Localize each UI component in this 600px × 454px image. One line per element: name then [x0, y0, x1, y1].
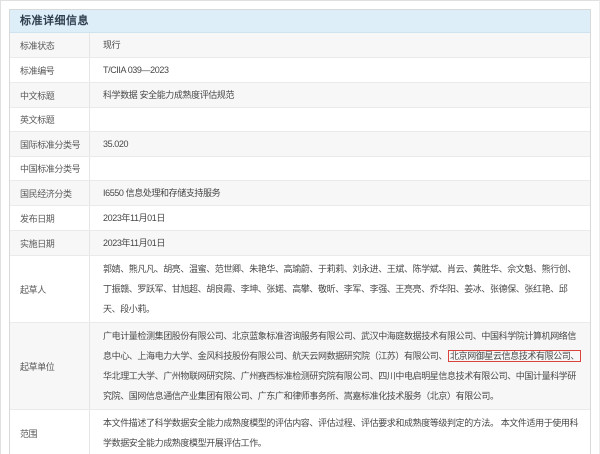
row-value: 郭婧、熊凡凡、胡亮、温蜜、范世卿、朱艳华、高瑜蔚、于莉莉、刘永进、王斌、陈学斌、… [90, 256, 590, 322]
row-ics-number: 国际标准分类号 35.020 [10, 132, 590, 157]
row-publish-date: 发布日期 2023年11月01日 [10, 206, 590, 231]
row-label: 起草人 [10, 256, 90, 322]
row-value: I6550 信息处理和存储支持服务 [90, 181, 590, 205]
row-label: 标准编号 [10, 58, 90, 82]
highlighted-organization: 北京网御星云信息技术有限公司、 [448, 350, 581, 362]
standard-detail-page: 标准详细信息 标准状态 现行 标准编号 T/CIIA 039—2023 中文标题… [0, 0, 600, 454]
row-value [90, 108, 590, 131]
row-value: 本文件描述了科学数据安全能力成熟度模型的评估内容、评估过程、评估要求和成熟度等级… [90, 410, 590, 454]
row-label: 中国标准分类号 [10, 157, 90, 180]
row-label: 范围 [10, 410, 90, 454]
row-value: 2023年11月01日 [90, 231, 590, 255]
row-drafting-units: 起草单位 广电计量检测集团股份有限公司、北京蓝象标准咨询服务有限公司、武汉中海庭… [10, 323, 590, 410]
row-standard-status: 标准状态 现行 [10, 33, 590, 58]
panel-title: 标准详细信息 [10, 10, 590, 33]
row-value: 现行 [90, 33, 590, 57]
row-label: 国民经济分类 [10, 181, 90, 205]
standard-detail-panel: 标准详细信息 标准状态 现行 标准编号 T/CIIA 039—2023 中文标题… [9, 9, 591, 454]
row-economy-class: 国民经济分类 I6550 信息处理和存储支持服务 [10, 181, 590, 206]
row-scope: 范围 本文件描述了科学数据安全能力成熟度模型的评估内容、评估过程、评估要求和成熟… [10, 410, 590, 454]
row-value [90, 157, 590, 180]
row-value: 35.020 [90, 132, 590, 156]
row-english-title: 英文标题 [10, 108, 590, 132]
row-label: 标准状态 [10, 33, 90, 57]
row-drafters: 起草人 郭婧、熊凡凡、胡亮、温蜜、范世卿、朱艳华、高瑜蔚、于莉莉、刘永进、王斌、… [10, 256, 590, 323]
row-label: 国际标准分类号 [10, 132, 90, 156]
row-label: 实施日期 [10, 231, 90, 255]
row-label: 发布日期 [10, 206, 90, 230]
row-implement-date: 实施日期 2023年11月01日 [10, 231, 590, 256]
row-chinese-title: 中文标题 科学数据 安全能力成熟度评估规范 [10, 83, 590, 108]
drafting-units-after: 华北理工大学、广州物联网研究院、广州赛西标准检测研究院有限公司、四川中电启明星信… [103, 371, 576, 401]
row-value: T/CIIA 039—2023 [90, 58, 590, 82]
row-value: 2023年11月01日 [90, 206, 590, 230]
row-value: 广电计量检测集团股份有限公司、北京蓝象标准咨询服务有限公司、武汉中海庭数据技术有… [90, 323, 590, 409]
row-ccs-number: 中国标准分类号 [10, 157, 590, 181]
row-label: 英文标题 [10, 108, 90, 131]
row-label: 中文标题 [10, 83, 90, 107]
row-value: 科学数据 安全能力成熟度评估规范 [90, 83, 590, 107]
row-standard-number: 标准编号 T/CIIA 039—2023 [10, 58, 590, 83]
row-label: 起草单位 [10, 323, 90, 409]
